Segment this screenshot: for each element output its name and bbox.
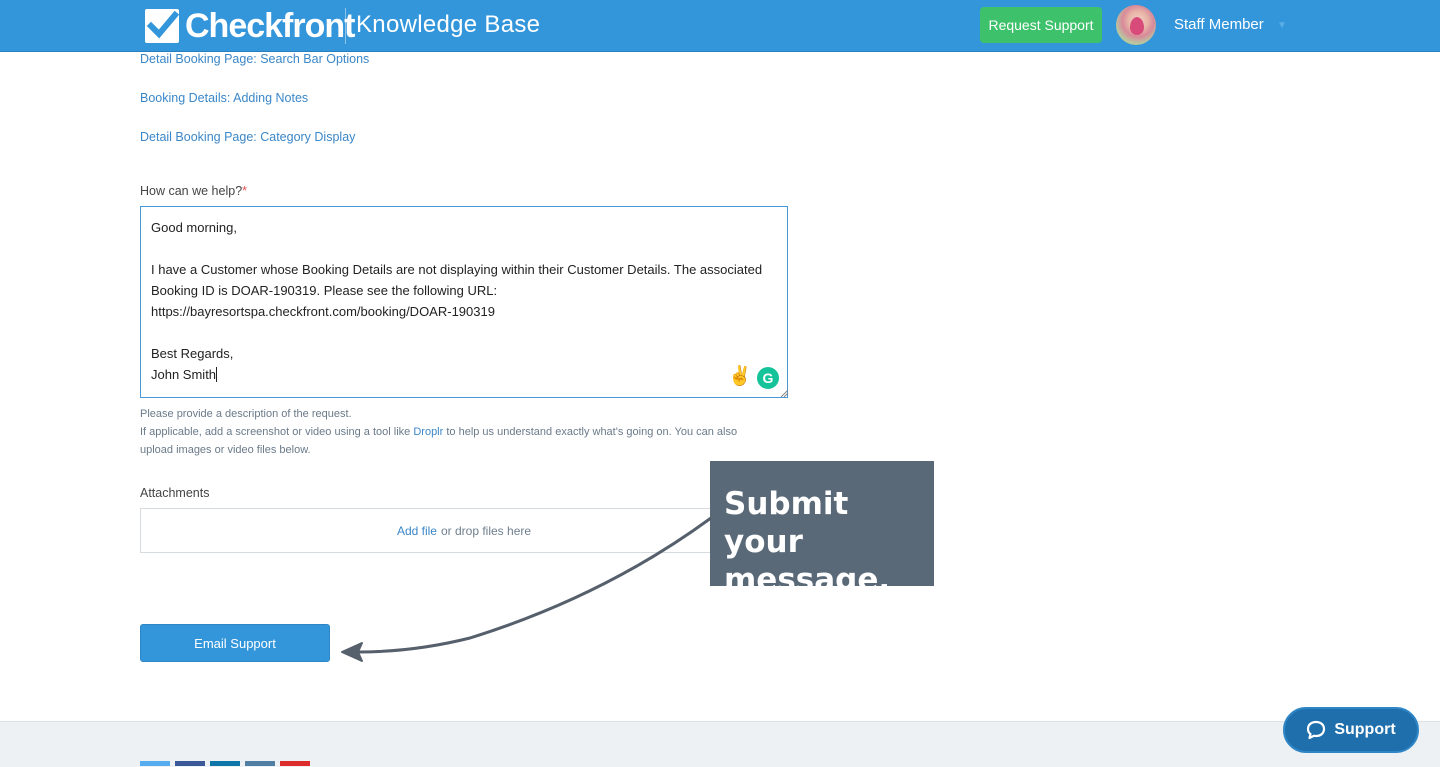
logo-text: Checkfront: [185, 6, 355, 45]
add-file-link[interactable]: Add file: [397, 524, 437, 538]
checkfront-logo[interactable]: Checkfront: [145, 6, 355, 45]
attachments-label: Attachments: [140, 486, 210, 500]
facebook-icon[interactable]: [175, 761, 205, 766]
user-menu[interactable]: Staff Member: [1174, 16, 1264, 33]
linkedin-icon[interactable]: [210, 761, 240, 766]
chevron-down-icon[interactable]: ▼: [1277, 20, 1287, 31]
top-navigation-bar: Checkfront Knowledge Base Request Suppor…: [0, 0, 1440, 52]
help-line: upload images or video files below.: [140, 444, 311, 456]
message-textarea[interactable]: Good morning, I have a Customer whose Bo…: [140, 206, 788, 398]
peace-hand-icon[interactable]: ✌️: [728, 366, 752, 388]
twitter-icon[interactable]: [140, 761, 170, 766]
help-line: If applicable, add a screenshot or video…: [140, 423, 737, 441]
required-marker: *: [242, 184, 248, 198]
help-line-text: If applicable, add a screenshot or video…: [140, 426, 414, 438]
help-field-label: How can we help?*: [140, 184, 247, 198]
avatar[interactable]: [1116, 5, 1156, 45]
page-title[interactable]: Knowledge Base: [356, 11, 540, 39]
header-divider: [345, 8, 346, 44]
instagram-icon[interactable]: [245, 761, 275, 766]
help-line: Please provide a description of the requ…: [140, 408, 352, 420]
grammarly-icon[interactable]: G: [757, 367, 779, 389]
checkmark-icon: [145, 9, 179, 43]
callout-box: Submit your message.: [710, 461, 934, 598]
support-widget-label: Support: [1334, 721, 1396, 738]
file-dropzone[interactable]: Add file or drop files here: [140, 508, 788, 553]
request-support-button[interactable]: Request Support: [980, 7, 1102, 43]
help-line-text: to help us understand exactly what's goi…: [443, 426, 738, 438]
message-text: Good morning, I have a Customer whose Bo…: [151, 220, 763, 382]
droplr-link[interactable]: Droplr: [413, 426, 443, 438]
email-support-button[interactable]: Email Support: [140, 624, 330, 662]
resize-handle-icon[interactable]: [779, 388, 789, 398]
related-article-link[interactable]: Detail Booking Page: Category Display: [140, 130, 355, 144]
radish-icon: [1130, 17, 1144, 35]
related-article-link[interactable]: Detail Booking Page: Search Bar Options: [140, 52, 369, 66]
support-chat-widget[interactable]: Support: [1283, 707, 1419, 753]
drop-files-text: or drop files here: [440, 523, 532, 538]
related-article-link[interactable]: Booking Details: Adding Notes: [140, 91, 308, 105]
youtube-icon[interactable]: [280, 761, 310, 766]
help-text: Please provide a description of the requ…: [140, 405, 737, 459]
chat-bubble-icon: [1307, 720, 1326, 740]
help-label-text: How can we help?: [140, 184, 243, 198]
text-cursor: [216, 367, 218, 382]
